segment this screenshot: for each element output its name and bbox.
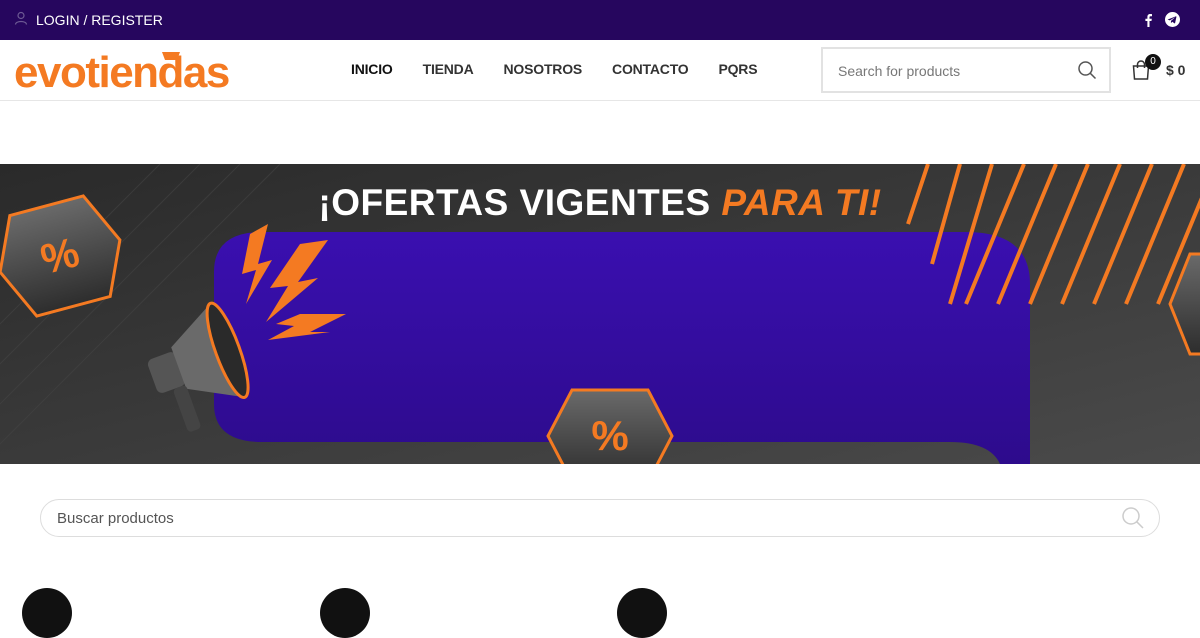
header-search-placeholder: Search for products <box>838 63 961 79</box>
social-links <box>1143 12 1180 32</box>
svg-text:evotiendas: evotiendas <box>14 48 229 94</box>
banner-title: ¡OFERTAS VIGENTES PARA TI! <box>0 182 1200 224</box>
nav-item-pqrs[interactable]: PQRS <box>718 61 757 77</box>
main-nav: INICIO TIENDA NOSOTROS CONTACTO PQRS <box>351 61 758 77</box>
product-thumbnail[interactable] <box>320 588 370 638</box>
banner-title-main: ¡OFERTAS VIGENTES <box>318 182 711 223</box>
login-label: LOGIN / REGISTER <box>36 11 163 28</box>
login-register-link[interactable]: LOGIN / REGISTER <box>14 11 163 28</box>
top-bar: LOGIN / REGISTER <box>0 0 1200 40</box>
nav-item-contacto[interactable]: CONTACTO <box>612 61 689 77</box>
svg-text:%: % <box>591 412 628 459</box>
search-icon[interactable] <box>1077 60 1097 85</box>
product-search-input[interactable]: Buscar productos <box>40 499 1160 537</box>
main-header: evotiendas INICIO TIENDA NOSOTROS CONTAC… <box>0 40 1200 101</box>
offers-banner[interactable]: % % ¡OFERTAS VIGENTES PARA TI! <box>0 164 1200 464</box>
cart-button[interactable]: 0 <box>1131 54 1161 85</box>
search-icon[interactable] <box>1121 506 1145 535</box>
cart-count-badge: 0 <box>1145 54 1161 70</box>
product-thumbnail[interactable] <box>22 588 72 638</box>
product-search-placeholder: Buscar productos <box>57 510 174 527</box>
evotiendas-logo[interactable]: evotiendas <box>14 46 269 99</box>
telegram-icon[interactable] <box>1165 12 1180 32</box>
nav-item-tienda[interactable]: TIENDA <box>423 61 474 77</box>
nav-item-nosotros[interactable]: NOSOTROS <box>504 61 583 77</box>
cart-total[interactable]: $ 0 <box>1166 62 1185 78</box>
user-icon <box>14 11 28 28</box>
facebook-icon[interactable] <box>1143 13 1153 32</box>
shopping-bag-icon <box>1131 60 1151 84</box>
header-search-input[interactable]: Search for products <box>821 47 1111 93</box>
product-thumbnail[interactable] <box>617 588 667 638</box>
banner-title-accent: PARA TI! <box>721 182 882 223</box>
nav-item-inicio[interactable]: INICIO <box>351 61 393 77</box>
